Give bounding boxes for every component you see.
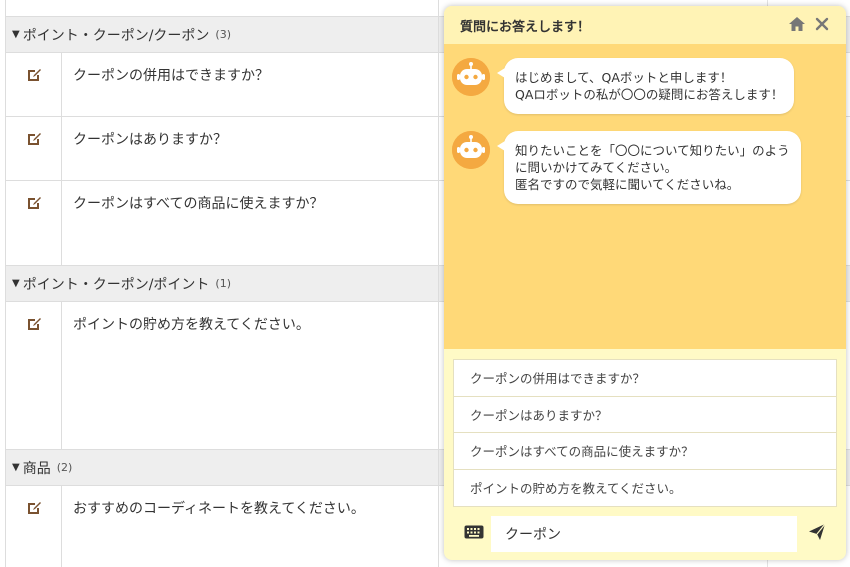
close-icon[interactable]: [814, 16, 830, 36]
chat-title: 質問にお答えします！: [460, 19, 591, 35]
edit-icon[interactable]: [26, 500, 42, 567]
robot-avatar-icon: [452, 131, 490, 169]
send-icon[interactable]: [808, 523, 826, 545]
robot-avatar-icon: [452, 58, 490, 96]
message-bubble: はじめまして、QAボットと申します！ QAロボットの私が〇〇の疑問にお答えします…: [496, 58, 795, 114]
chevron-down-icon: ▼: [12, 29, 20, 40]
suggestion-item[interactable]: クーポンの併用はできますか？: [454, 360, 836, 397]
home-icon[interactable]: [788, 16, 806, 36]
message-line: 匿名ですので気軽に聞いてくださいね。: [515, 177, 740, 192]
category-count: (3): [215, 28, 232, 41]
column-divider: [438, 0, 439, 567]
message-line: 知りたいことを「〇〇について知りたい」のよう: [515, 143, 790, 158]
edit-icon[interactable]: [26, 316, 42, 449]
bot-message: はじめまして、QAボットと申します！ QAロボットの私が〇〇の疑問にお答えします…: [452, 58, 795, 114]
category-label: 商品: [22, 460, 51, 477]
chat-input-bar: [444, 508, 846, 560]
chevron-down-icon: ▼: [12, 278, 20, 289]
edit-icon[interactable]: [26, 67, 42, 116]
category-label: ポイント・クーポン/クーポン: [22, 27, 210, 44]
message-line: QAロボットの私が〇〇の疑問にお答えします！: [515, 87, 784, 102]
message-bubble: 知りたいことを「〇〇について知りたい」のよう に問いかけてみてください。 匿名で…: [497, 131, 801, 204]
category-count: (2): [56, 461, 73, 474]
suggestion-item[interactable]: クーポンはすべての商品に使えますか？: [454, 433, 836, 470]
chat-messages: はじめまして、QAボットと申します！ QAロボットの私が〇〇の疑問にお答えします…: [444, 44, 846, 349]
edit-icon[interactable]: [26, 131, 42, 180]
message-line: に問いかけてみてください。: [515, 160, 678, 175]
suggestion-item[interactable]: クーポンはありますか？: [454, 397, 836, 433]
category-count: (1): [215, 277, 232, 290]
suggestion-item[interactable]: ポイントの貯め方を教えてください。: [454, 470, 836, 507]
keyboard-icon[interactable]: [464, 524, 484, 543]
chatbot-widget: 質問にお答えします！ はじめまして、QAボットと申します！ QAロボットの私が〇…: [444, 6, 846, 560]
category-label: ポイント・クーポン/ポイント: [22, 276, 210, 293]
bot-message: 知りたいことを「〇〇について知りたい」のよう に問いかけてみてください。 匿名で…: [452, 131, 801, 204]
chevron-down-icon: ▼: [12, 462, 20, 473]
edit-icon[interactable]: [26, 195, 42, 265]
chat-message-input[interactable]: [491, 516, 797, 552]
suggestion-list: クーポンの併用はできますか？ クーポンはありますか？ クーポンはすべての商品に使…: [453, 359, 837, 507]
chat-header: 質問にお答えします！: [444, 6, 846, 44]
message-line: はじめまして、QAボットと申します！: [515, 70, 733, 85]
